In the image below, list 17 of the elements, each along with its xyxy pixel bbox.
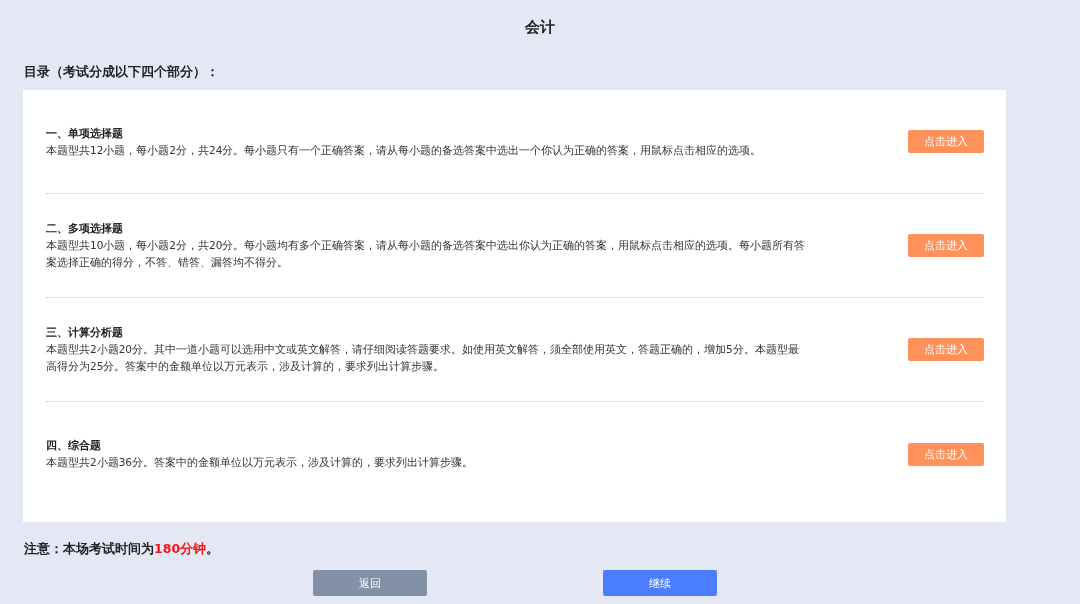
back-button[interactable]: 返回	[313, 570, 427, 596]
continue-button[interactable]: 继续	[603, 570, 717, 596]
part-description: 本题型共2小题36分。答案中的金额单位以万元表示，涉及计算的，要求列出计算步骤。	[46, 455, 475, 470]
enter-button[interactable]: 点击进入	[908, 234, 984, 257]
enter-button[interactable]: 点击进入	[908, 130, 984, 153]
part-title: 三、计算分析题	[46, 325, 124, 340]
part-description: 本题型共12小题，每小题2分，共24分。每小题只有一个正确答案，请从每小题的备选答案中选出一个你认为正确的答案，用鼠标点击相应的选项。	[46, 142, 763, 158]
part-title: 四、综合题	[46, 438, 102, 453]
enter-button[interactable]: 点击进入	[908, 338, 984, 361]
exam-time-notice: 注意：本场考试时间为180分钟。	[24, 540, 221, 558]
page-title: 会计	[524, 17, 556, 38]
part-description: 本题型共2小题20分。其中一道小题可以选用中文或英文解答，请仔细阅读答题要求。如使用英文解答，须全部使用英文，答题正确的，增加5分。本题型最高得分为25分。答案中的金额单位以万元表示，涉及计算的，要求列出计算步骤。	[46, 342, 800, 374]
section-heading: 目录（考试分成以下四个部分）：	[24, 63, 220, 81]
part-title: 二、多项选择题	[46, 221, 124, 236]
enter-button[interactable]: 点击进入	[908, 442, 984, 466]
part-title: 一、单项选择题	[46, 125, 124, 141]
part-description: 本题型共10小题，每小题2分，共20分。每小题均有多个正确答案，请从每小题的备选答案中选出你认为正确的答案，用鼠标点击相应的选项。每小题所有答案选择正确的得分，不答、错答、漏答均不得分。	[46, 238, 806, 270]
